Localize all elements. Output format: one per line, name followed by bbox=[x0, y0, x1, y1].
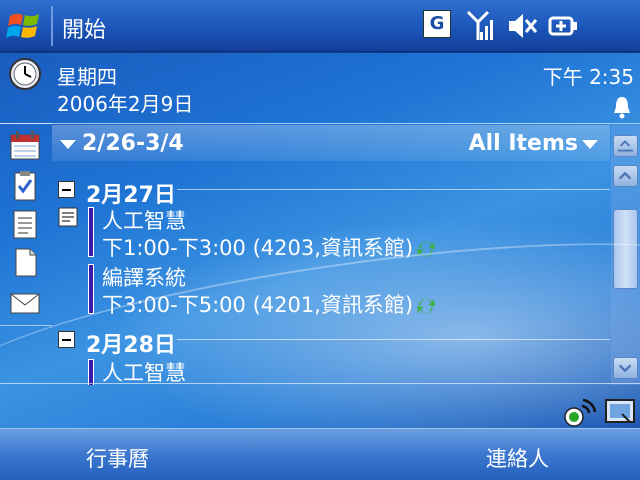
date-range-label: 2/26-3/4 bbox=[82, 131, 184, 156]
appointment-time: 下1:00-下3:00 (4203,資訊系館) bbox=[102, 232, 437, 262]
divider bbox=[0, 123, 640, 124]
day-group-header[interactable]: 2月27日 bbox=[52, 175, 610, 208]
appointment-title: 編譯系統 bbox=[102, 266, 186, 290]
filter-label: All Items bbox=[468, 131, 578, 156]
appointment-status-bar bbox=[88, 359, 94, 385]
divider bbox=[177, 339, 610, 340]
appointment-status-bar bbox=[88, 207, 94, 257]
clock-icon[interactable] bbox=[8, 57, 42, 91]
today-screen: 星期四 2006年2月9日 下午 2:35 2/26-3/4 All Items… bbox=[0, 53, 640, 428]
recurrence-icon bbox=[417, 241, 436, 257]
softkey-calendar[interactable]: 行事曆 bbox=[86, 443, 149, 473]
appointment-list: 2月27日 人工智慧 下1:00-下3:00 (4203,資訊系館) 編譯系統 … bbox=[52, 163, 610, 385]
divider bbox=[0, 383, 640, 384]
date-label[interactable]: 2006年2月9日 bbox=[57, 88, 193, 117]
collapse-panel-button[interactable] bbox=[613, 135, 638, 157]
clock-time[interactable]: 下午 2:35 bbox=[543, 61, 634, 90]
chevron-up-icon bbox=[618, 171, 632, 180]
bell-icon[interactable] bbox=[612, 95, 632, 119]
calendar-header: 2/26-3/4 All Items bbox=[52, 125, 610, 161]
today-icon-column bbox=[0, 53, 52, 383]
recurrence-icon bbox=[417, 298, 436, 314]
gprs-icon[interactable]: G bbox=[423, 10, 453, 42]
collapse-icon[interactable] bbox=[58, 331, 75, 348]
appointment-title: 人工智慧 bbox=[102, 361, 186, 385]
wireless-manager-icon[interactable] bbox=[562, 396, 596, 428]
day-of-week[interactable]: 星期四 bbox=[57, 61, 117, 90]
title-bar: 開始 G bbox=[0, 0, 640, 52]
screen-rotate-icon[interactable] bbox=[604, 396, 636, 428]
scrollbar[interactable] bbox=[611, 125, 640, 385]
signal-icon[interactable] bbox=[466, 10, 494, 42]
appointment-status-bar bbox=[88, 264, 94, 314]
chevron-down-icon bbox=[60, 139, 76, 149]
volume-muted-icon[interactable] bbox=[506, 10, 538, 42]
note-attached-icon bbox=[58, 207, 78, 227]
collapse-icon[interactable] bbox=[58, 181, 75, 198]
gprs-label: G bbox=[423, 10, 451, 38]
panel-icon bbox=[617, 140, 634, 152]
scroll-thumb[interactable] bbox=[613, 209, 638, 289]
date-range-dropdown[interactable]: 2/26-3/4 bbox=[60, 131, 184, 156]
softkey-contacts[interactable]: 連絡人 bbox=[486, 443, 549, 473]
messaging-icon[interactable] bbox=[8, 285, 42, 319]
softkey-bar: 行事曆 連絡人 bbox=[0, 428, 640, 480]
tasks-icon[interactable] bbox=[8, 169, 42, 203]
appointment-time-text: 下1:00-下3:00 (4203,資訊系館) bbox=[102, 236, 414, 260]
chevron-down-icon bbox=[582, 139, 598, 149]
appointment-item[interactable]: 人工智慧 bbox=[52, 355, 610, 385]
chevron-down-icon bbox=[618, 364, 632, 373]
title-separator bbox=[51, 6, 53, 46]
windows-start-icon[interactable] bbox=[6, 8, 44, 44]
appointment-time: 下3:00-下5:00 (4201,資訊系館) bbox=[102, 289, 437, 319]
appointment-title: 人工智慧 bbox=[102, 209, 186, 233]
scroll-down-button[interactable] bbox=[613, 357, 638, 379]
appointment-time-text: 下3:00-下5:00 (4201,資訊系館) bbox=[102, 293, 414, 317]
page-title[interactable]: 開始 bbox=[62, 12, 106, 44]
appointment-item[interactable]: 人工智慧 下1:00-下3:00 (4203,資訊系館) bbox=[52, 203, 610, 262]
document-icon[interactable] bbox=[8, 245, 42, 279]
battery-icon[interactable] bbox=[546, 10, 580, 42]
calendar-icon[interactable] bbox=[8, 129, 42, 163]
notes-icon[interactable] bbox=[8, 207, 42, 241]
divider bbox=[177, 189, 610, 190]
day-group-header[interactable]: 2月28日 bbox=[52, 325, 610, 358]
day-label: 2月28日 bbox=[86, 333, 176, 358]
appointment-item[interactable]: 編譯系統 下3:00-下5:00 (4201,資訊系館) bbox=[52, 260, 610, 319]
filter-dropdown[interactable]: All Items bbox=[469, 131, 598, 156]
divider bbox=[0, 325, 52, 326]
scroll-up-button[interactable] bbox=[613, 165, 638, 187]
